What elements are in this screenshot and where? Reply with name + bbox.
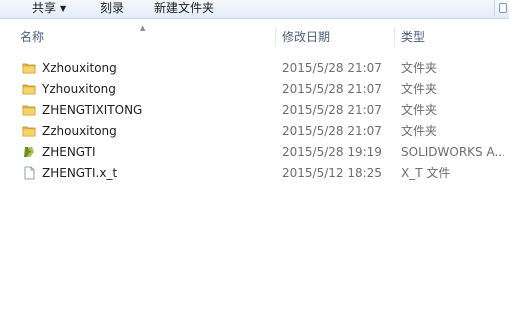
column-header: ▲ 名称 修改日期 类型 — [0, 24, 509, 48]
file-row[interactable]: Zzhouxitong 2015/5/28 21:07 文件夹 — [14, 121, 504, 141]
file-row[interactable]: ZHENGTIXITONG 2015/5/28 21:07 文件夹 — [14, 100, 504, 120]
command-toolbar: 共享 ▼ 刻录 新建文件夹 — [0, 0, 509, 19]
file-modified-date: 2015/5/28 21:07 — [282, 103, 382, 117]
file-name: Xzhouxitong — [42, 61, 117, 75]
solidworks-file-icon — [24, 147, 34, 157]
file-row[interactable]: ZHENGTI 2015/5/28 19:19 SOLIDWORKS A... — [14, 142, 504, 162]
file-type: 文件夹 — [401, 82, 438, 96]
column-divider[interactable] — [394, 28, 395, 46]
sort-indicator-icon: ▲ — [140, 24, 146, 32]
file-name: Zzhouxitong — [42, 124, 117, 138]
file-row[interactable]: Xzhouxitong 2015/5/28 21:07 文件夹 — [14, 58, 504, 78]
file-name: Yzhouxitong — [42, 82, 116, 96]
file-name: ZHENGTI — [42, 145, 96, 159]
folder-icon — [22, 84, 36, 95]
file-row[interactable]: Yzhouxitong 2015/5/28 21:07 文件夹 — [14, 79, 504, 99]
file-type: X_T 文件 — [401, 166, 451, 180]
burn-button[interactable]: 刻录 — [100, 0, 124, 18]
folder-icon — [22, 105, 36, 116]
file-type: SOLIDWORKS A... — [401, 145, 504, 159]
file-modified-date: 2015/5/28 19:19 — [282, 145, 382, 159]
file-modified-date: 2015/5/28 21:07 — [282, 82, 382, 96]
file-modified-date: 2015/5/28 21:07 — [282, 61, 382, 75]
column-divider[interactable] — [275, 28, 276, 46]
dropdown-arrow-icon: ▼ — [60, 4, 67, 13]
column-header-date[interactable]: 修改日期 — [282, 24, 330, 48]
share-label: 共享 — [32, 1, 57, 15]
folder-icon — [22, 63, 36, 74]
file-row[interactable]: ZHENGTI.x_t 2015/5/12 18:25 X_T 文件 — [14, 163, 504, 183]
file-name: ZHENGTIXITONG — [42, 103, 143, 117]
file-type: 文件夹 — [401, 61, 438, 75]
share-menu-button[interactable]: 共享 ▼ — [32, 0, 66, 18]
folder-icon — [22, 126, 36, 137]
file-name: ZHENGTI.x_t — [42, 166, 118, 180]
file-modified-date: 2015/5/12 18:25 — [282, 166, 382, 180]
file-modified-date: 2015/5/28 21:07 — [282, 124, 382, 138]
column-header-type[interactable]: 类型 — [401, 24, 425, 48]
help-icon[interactable] — [494, 0, 509, 16]
file-type: 文件夹 — [401, 103, 438, 117]
document-file-icon — [24, 166, 35, 180]
file-type: 文件夹 — [401, 124, 438, 138]
column-header-name[interactable]: 名称 — [20, 24, 44, 48]
new-folder-button[interactable]: 新建文件夹 — [154, 0, 214, 18]
